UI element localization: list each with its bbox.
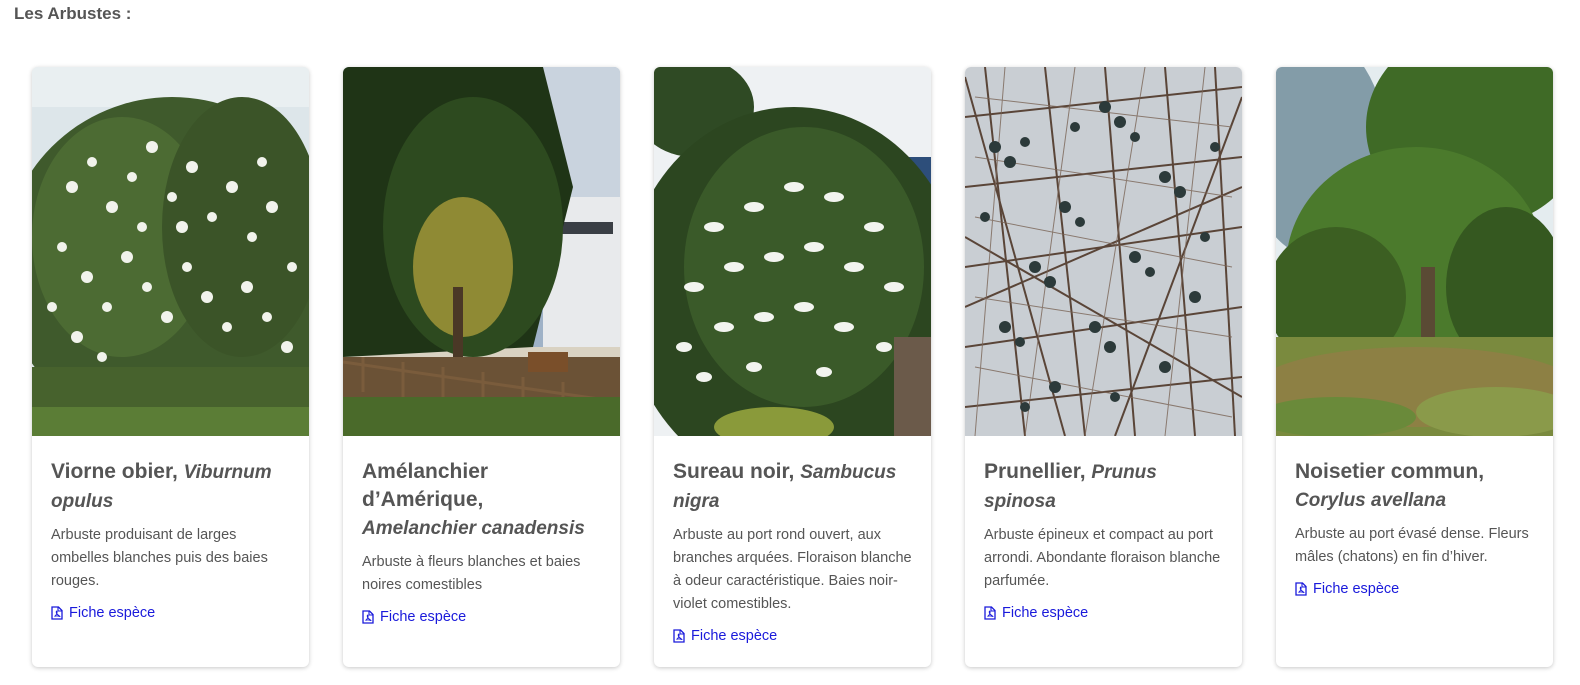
species-description: Arbuste produisant de larges ombelles bl… — [51, 527, 268, 589]
file-pdf-icon — [362, 610, 374, 624]
file-pdf-icon — [984, 606, 996, 620]
file-pdf-icon — [673, 629, 685, 643]
species-sheet-link-label: Fiche espèce — [69, 605, 156, 621]
species-title: Amélanchier d’Amérique, Amelanchier cana… — [362, 458, 602, 543]
common-name: Amélanchier d’Amérique, — [362, 460, 489, 511]
species-description: Arbuste à fleurs blanches et baies noire… — [362, 554, 581, 593]
species-title: Sureau noir, Sambucus nigra — [673, 458, 913, 516]
species-photo — [343, 67, 620, 436]
species-sheet-link-label: Fiche espèce — [1002, 605, 1089, 621]
species-card: Viorne obier, Viburnum opulus Arbuste pr… — [32, 67, 309, 667]
species-card-list: Viorne obier, Viburnum opulus Arbuste pr… — [32, 67, 1553, 667]
common-name: Viorne obier, — [51, 460, 178, 483]
file-pdf-icon — [1295, 582, 1307, 596]
species-title: Viorne obier, Viburnum opulus — [51, 458, 291, 516]
species-card: Sureau noir, Sambucus nigra Arbuste au p… — [654, 67, 931, 667]
species-photo — [32, 67, 309, 436]
species-card: Amélanchier d’Amérique, Amelanchier cana… — [343, 67, 620, 667]
species-sheet-link[interactable]: Fiche espèce — [362, 609, 466, 625]
species-photo — [654, 67, 931, 436]
common-name: Prunellier, — [984, 460, 1086, 483]
species-card: Prunellier, Prunus spinosa Arbuste épine… — [965, 67, 1242, 667]
latin-name: Amelanchier canadensis — [362, 518, 585, 539]
species-sheet-link[interactable]: Fiche espèce — [1295, 581, 1399, 597]
species-sheet-link[interactable]: Fiche espèce — [984, 605, 1088, 621]
species-description: Arbuste épineux et compact au port arron… — [984, 527, 1221, 589]
species-title: Noisetier commun, Corylus avellana — [1295, 458, 1535, 515]
common-name: Noisetier commun, — [1295, 460, 1485, 483]
species-sheet-link[interactable]: Fiche espèce — [673, 628, 777, 644]
species-sheet-link[interactable]: Fiche espèce — [51, 605, 155, 621]
species-sheet-link-label: Fiche espèce — [380, 609, 467, 625]
section-title: Les Arbustes : — [14, 4, 132, 23]
latin-name: Corylus avellana — [1295, 490, 1447, 511]
species-card: Noisetier commun, Corylus avellana Arbus… — [1276, 67, 1553, 667]
species-photo — [1276, 67, 1553, 436]
file-pdf-icon — [51, 606, 63, 620]
species-description: Arbuste au port évasé dense. Fleurs mâle… — [1295, 526, 1529, 565]
species-title: Prunellier, Prunus spinosa — [984, 458, 1224, 516]
species-photo — [965, 67, 1242, 436]
common-name: Sureau noir, — [673, 460, 795, 483]
species-description: Arbuste au port rond ouvert, aux branche… — [673, 527, 912, 612]
species-sheet-link-label: Fiche espèce — [1313, 581, 1400, 597]
species-sheet-link-label: Fiche espèce — [691, 628, 778, 644]
